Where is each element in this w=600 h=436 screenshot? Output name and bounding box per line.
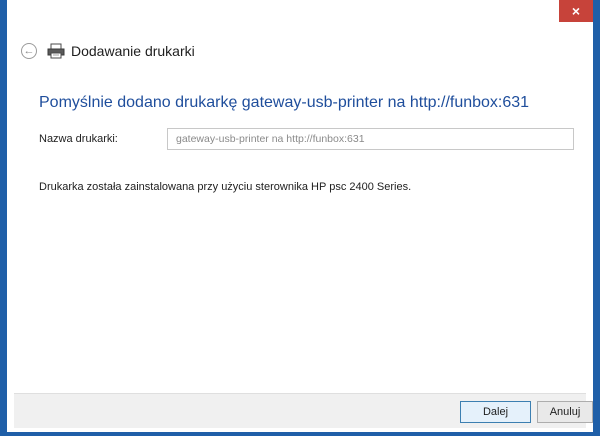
driver-status-text: Drukarka została zainstalowana przy użyc…: [39, 181, 412, 193]
add-printer-window: × ← Dodawanie drukarki Pomyślnie dodano …: [0, 0, 600, 436]
title-bar: ×: [7, 0, 593, 26]
printer-icon: [47, 43, 65, 59]
back-button[interactable]: ←: [21, 43, 37, 59]
close-icon: ×: [571, 3, 581, 19]
wizard-title: Dodawanie drukarki: [71, 43, 195, 59]
cancel-button[interactable]: Anuluj: [537, 401, 593, 423]
wizard-header: ← Dodawanie drukarki: [21, 38, 195, 64]
back-arrow-icon: ←: [23, 45, 35, 57]
close-button[interactable]: ×: [559, 0, 593, 22]
printer-name-label: Nazwa drukarki:: [39, 133, 118, 145]
success-heading: Pomyślnie dodano drukarkę gateway-usb-pr…: [39, 94, 530, 111]
next-button[interactable]: Dalej: [460, 401, 531, 423]
wizard-footer: Dalej Anuluj: [14, 393, 593, 428]
printer-name-field[interactable]: [167, 128, 574, 150]
